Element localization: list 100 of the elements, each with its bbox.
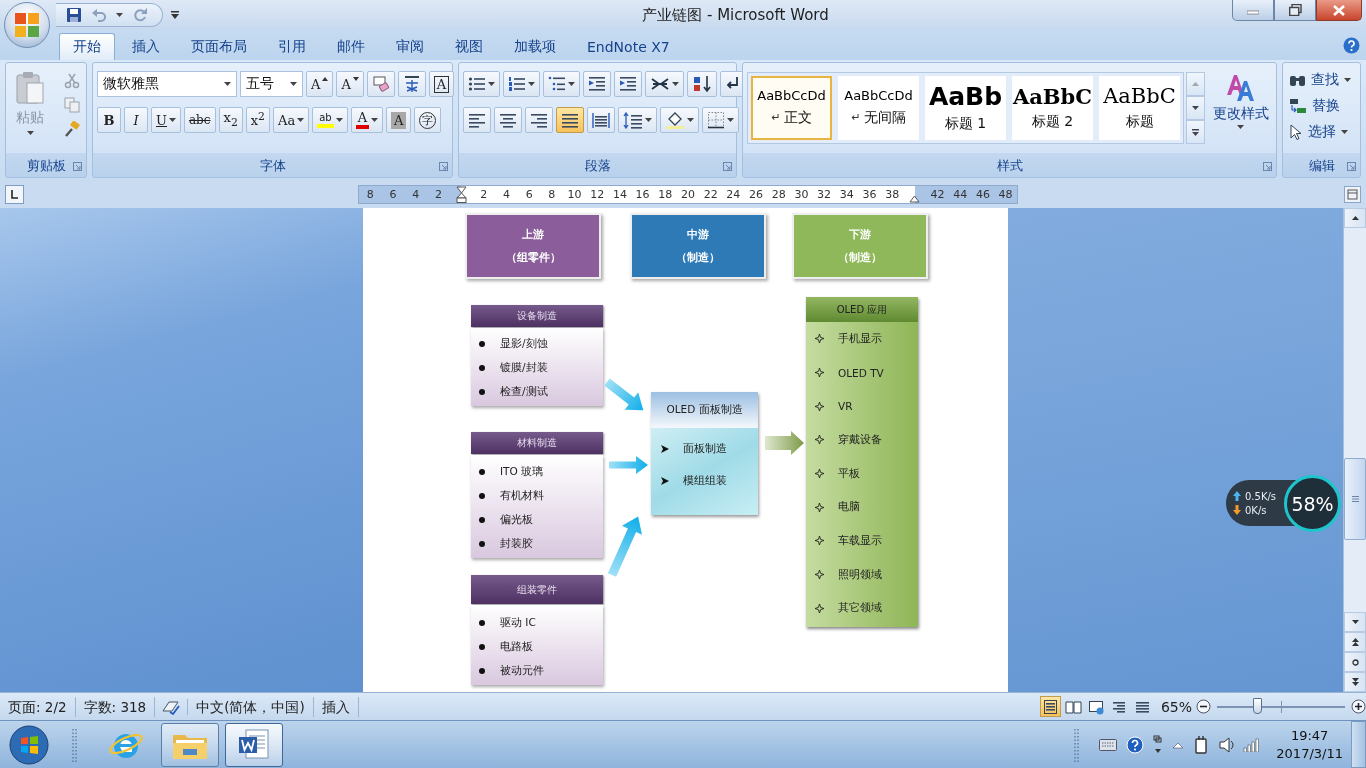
input-method-icon[interactable] [1153, 734, 1164, 755]
save-icon[interactable] [66, 7, 82, 23]
upload-speed: 0.5K/s [1245, 490, 1277, 502]
word-count[interactable]: 字数: 318 [75, 696, 156, 717]
align-center-button[interactable] [494, 107, 522, 133]
font-name-field[interactable]: 微软雅黑 [97, 71, 237, 97]
ribbon-tab[interactable]: 审阅 [382, 33, 438, 60]
multilevel-list-button[interactable] [543, 71, 580, 97]
caret-icon [1344, 78, 1351, 82]
phonetic-guide-button[interactable] [397, 71, 426, 97]
underline-button[interactable]: U [151, 107, 181, 133]
format-painter-icon[interactable] [64, 121, 80, 137]
ribbon-tab[interactable]: 页面布局 [177, 33, 261, 60]
next-page-button[interactable] [1344, 672, 1366, 692]
decrease-indent-button[interactable] [583, 71, 611, 97]
change-styles-button[interactable]: 更改样式 [1209, 69, 1272, 150]
document-w-icon [236, 727, 272, 762]
language-indicator[interactable]: 中文(简体，中国) [188, 696, 314, 717]
increase-indent-button[interactable] [614, 71, 642, 97]
clock-date[interactable]: 2017/3/11 [1276, 744, 1343, 763]
character-shading-button[interactable]: A [386, 107, 412, 133]
clock-time[interactable]: 19:47 [1290, 726, 1329, 745]
chinese-layout-button[interactable] [645, 71, 684, 97]
keyboard-icon[interactable] [1099, 738, 1118, 751]
bold-button[interactable]: B [97, 107, 121, 133]
tab-stop-icon[interactable] [5, 184, 24, 204]
grow-font-button[interactable]: A [306, 71, 334, 97]
signal-bars-icon[interactable] [1243, 737, 1262, 752]
style-item[interactable]: AaBbC 标题 [1099, 76, 1180, 140]
justify-button[interactable] [556, 107, 584, 133]
ribbon-tab[interactable]: EndNote X7 [573, 33, 684, 60]
print-layout-button[interactable] [1039, 696, 1061, 717]
zoom-in-button[interactable] [1351, 699, 1366, 714]
browse-object-button[interactable] [1344, 652, 1366, 672]
superscript-button[interactable]: x$^{2}$ [245, 107, 270, 133]
help-icon[interactable] [1343, 36, 1360, 54]
arrow [607, 516, 643, 577]
style-item[interactable]: AaBbCcDd ↵ 无间隔 [838, 76, 919, 140]
gallery-scroll-down-button[interactable] [1186, 96, 1205, 120]
speaker-icon[interactable] [1218, 735, 1235, 754]
find-button[interactable]: 查找 [1289, 69, 1351, 91]
italic-button[interactable]: I [124, 107, 148, 133]
style-name: 标题 1 [944, 115, 987, 134]
caret-icon [488, 82, 495, 86]
scroll-down-button[interactable] [1344, 612, 1366, 632]
shading-button[interactable] [660, 107, 699, 133]
ribbon-tab[interactable]: 引用 [264, 33, 320, 60]
style-item[interactable]: AaBbCcDd ↵ 正文 [751, 76, 832, 140]
font-size-field[interactable]: 五号 [240, 71, 303, 97]
ribbon-tab[interactable]: 邮件 [323, 33, 379, 60]
zoom-slider-thumb[interactable] [1252, 697, 1262, 714]
zoom-level[interactable]: 65% [1160, 698, 1192, 715]
customize-toolbar-icon[interactable] [171, 11, 179, 19]
caret-icon [687, 118, 694, 122]
list-item-text: 检查/测试 [500, 385, 548, 399]
line-spacing-button[interactable] [618, 107, 657, 133]
align-right-button[interactable] [525, 107, 553, 133]
ribbon-tab[interactable]: 插入 [118, 33, 174, 60]
ruler-number: 6 [381, 185, 405, 203]
show-marks-button[interactable] [720, 71, 744, 97]
close-button[interactable] [1316, 0, 1362, 21]
caret-icon [645, 118, 652, 122]
style-item[interactable]: AaBb 标题 1 [925, 76, 1006, 140]
bullets-button[interactable] [463, 71, 500, 97]
insert-mode-indicator[interactable]: 插入 [313, 696, 359, 717]
taskbar-button[interactable] [225, 722, 283, 767]
highlight-button[interactable]: ab [312, 107, 348, 133]
font-color-button[interactable]: A [350, 107, 383, 133]
ribbon-tab[interactable]: 视图 [441, 33, 497, 60]
gallery-more-button[interactable] [1186, 120, 1205, 144]
previous-page-button[interactable] [1344, 632, 1366, 652]
borders-button[interactable] [702, 107, 739, 133]
character-border-button[interactable]: A [428, 71, 455, 97]
clear-formatting-button[interactable] [366, 71, 395, 97]
list-item-text: 驱动 IC [500, 616, 536, 630]
style-item[interactable]: AaBbC 标题 2 [1012, 76, 1093, 140]
ruler-number: 28 [767, 185, 791, 203]
page-count[interactable]: 页面: 2/2 [0, 696, 76, 717]
ribbon-tab[interactable]: 加载项 [500, 33, 570, 60]
enclose-character-button[interactable]: 字 [414, 107, 442, 133]
strikethrough-button[interactable]: abc [183, 107, 216, 133]
view-ruler-icon[interactable] [1344, 185, 1361, 203]
sort-button[interactable] [687, 71, 717, 97]
scroll-up-button[interactable] [1344, 208, 1366, 228]
zoom-out-button[interactable] [1196, 699, 1211, 714]
help-icon[interactable] [1126, 735, 1145, 754]
scroll-thumb[interactable] [1344, 458, 1366, 540]
subscript-button[interactable]: x$_{2}$ [218, 107, 243, 133]
shrink-font-button[interactable]: A [336, 71, 364, 97]
distributed-align-button[interactable] [587, 107, 615, 133]
ruler-number: 16 [631, 185, 654, 203]
restore-button[interactable] [1274, 0, 1316, 21]
numbering-button[interactable] [503, 71, 540, 97]
replace-button[interactable]: 替换 [1289, 95, 1351, 117]
select-button[interactable]: 选择 [1289, 121, 1351, 143]
ribbon-tab[interactable]: 开始 [59, 33, 115, 60]
change-case-button[interactable]: Aa [273, 107, 310, 133]
tray-overflow-icon[interactable] [1172, 740, 1185, 749]
align-left-button[interactable] [463, 107, 491, 133]
taskbar-button[interactable] [161, 722, 219, 767]
